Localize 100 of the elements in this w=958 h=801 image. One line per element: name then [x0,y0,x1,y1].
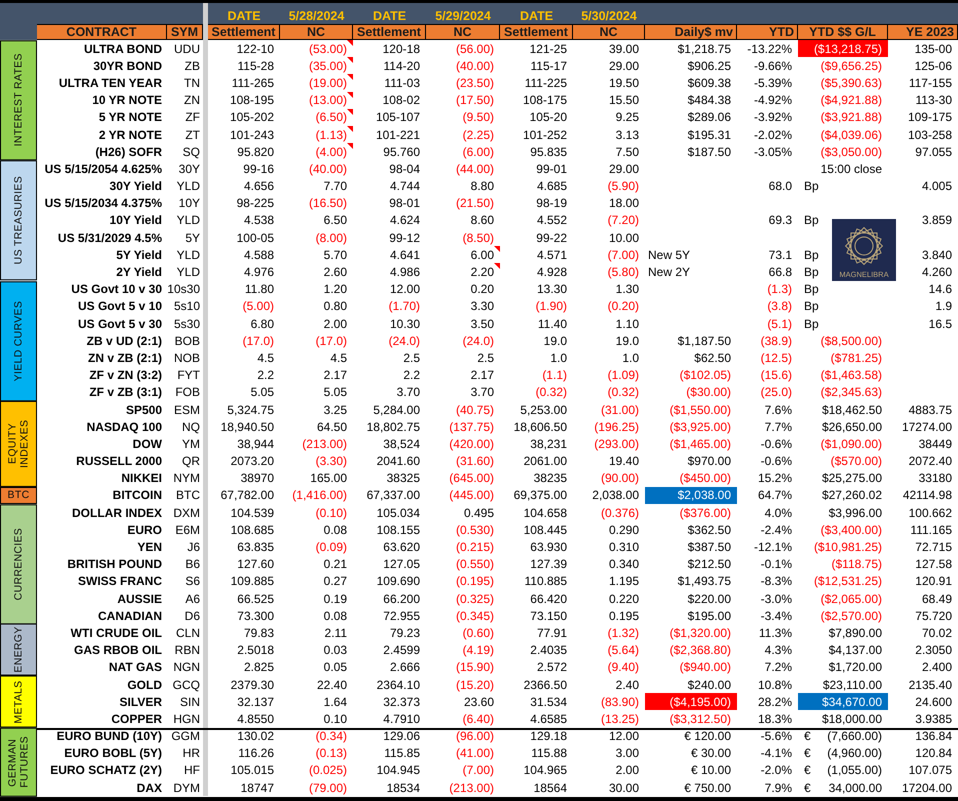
net-change: (0.195) [456,574,494,588]
symbol-code: HGN [172,710,201,728]
column-header: Settlement [208,24,280,40]
settlement-value: 73.300 [237,608,274,623]
ytd-gain-loss: ($118.75) [832,557,882,572]
settlement-value: 98-01 [389,196,420,210]
ytd-value: -13.22% [747,42,792,56]
net-change: 29.00 [608,58,639,73]
settlement-value: 77.91 [536,626,567,640]
net-change: (0.13) [316,746,347,760]
settlement-value: 2061.00 [524,454,567,468]
net-change: (0.345) [456,608,494,623]
ytd-value: -4.1% [760,746,792,760]
ytd-gain-loss: ($1,463.58) [820,368,882,382]
settlement-value: 2.572 [536,660,567,674]
settlement-value: 3.70 [396,385,420,400]
contract-name: ZF v ZB (3:1) [88,384,163,401]
contract-name: US 5/15/2034 4.375% [44,195,163,212]
contract-name: 5Y Yield [115,246,163,264]
net-change: (0.09) [316,540,347,554]
year-end-value: 2.400 [922,660,952,674]
settlement-value: 105-20 [530,110,567,124]
net-change: (5.64) [608,643,639,658]
daily-value: ($3,925.00) [670,420,731,434]
net-change: (196.25) [594,420,639,434]
ytd-gain-loss: ($9,656.25) [820,58,882,73]
ytd-gain-loss: $26,650.00 [822,420,882,434]
settlement-value: 1.0 [550,350,567,365]
net-change: 1.195 [608,574,639,588]
symbol-code: 5Y [184,230,201,246]
contract-name: 10Y Yield [108,212,163,230]
symbol-code: ZT [184,126,201,144]
ytd-value: 7.7% [764,420,792,434]
ytd-value: -8.3% [760,574,792,588]
net-change: 2.11 [324,626,347,640]
settlement-value: 95.760 [383,144,420,159]
net-change: (56.00) [456,42,494,56]
column-header: YE 2023 [888,24,958,40]
contract-name: ULTRA TEN YEAR [58,74,163,92]
settlement-value: 32.137 [237,694,274,709]
ytd-value: 10.8% [758,678,792,692]
contract-name: ULTRA BOND [83,40,163,58]
ytd-value: -4.92% [754,93,792,108]
year-end-value: 17274.00 [902,420,952,434]
ytd-value: 69.3 [768,213,792,228]
net-change: 2,038.00 [592,488,639,502]
contract-name: WTI CRUDE OIL [70,624,163,642]
net-change: (1.13) [316,128,347,142]
daily-value: ($30.00) [686,385,731,400]
ytd-value: 64.7% [758,488,792,502]
net-change: (8.00) [316,230,347,245]
contract-name: US Govt 5 v 30 [76,316,163,332]
settlement-value: 109.690 [376,574,420,588]
sector-label: BTC [0,486,37,504]
contract-name: NAT GAS [108,659,163,676]
net-change: (0.34) [316,729,347,744]
settlement-value: 114-20 [384,58,420,73]
net-change: (6.50) [316,110,347,124]
settlement-value: 2364.10 [376,678,420,692]
settlement-value: 104.965 [524,763,567,778]
net-change: 5.70 [324,248,347,262]
symbol-code: NYM [172,470,201,487]
sector-label: METALS [0,676,37,728]
net-change: (83.90) [600,694,639,709]
settlement-value: 19.0 [544,334,567,348]
daily-value: € 750.00 [684,780,731,795]
settlement-value: 38,231 [530,436,567,451]
net-change: 3.70 [470,385,494,400]
ytd-gain-loss: ($8,500.00) [820,334,882,348]
settlement-value: 101-221 [376,128,420,142]
net-change: 3.50 [470,316,494,331]
net-change: (24.0) [462,334,494,348]
net-change: 0.290 [608,522,639,537]
settlement-value: 104.945 [376,763,420,778]
symbol-code: B6 [184,556,201,573]
net-change: 1.0 [622,350,639,365]
unit-label: Bp [803,282,819,296]
ytd-value: -3.0% [760,592,792,606]
ytd-value: 18.3% [758,712,792,726]
symbol-code: GCQ [172,676,201,694]
settlement-value: 6.80 [250,316,274,331]
contract-name: EURO [126,522,163,538]
settlement-value: 2379.30 [230,678,274,692]
settlement-value: 122-10 [236,42,274,56]
net-change: (31.60) [456,454,494,468]
year-end-value: 72.715 [915,540,952,554]
contract-name: 2 YR NOTE [98,126,163,144]
net-change: (0.325) [456,592,494,606]
net-change: (5.90) [608,179,639,194]
year-end-value: 120.84 [915,746,952,760]
ytd-value: (15.6) [760,368,792,382]
contract-name: YEN [136,539,163,556]
unit-label: Bp [803,265,819,280]
symbol-code: QR [181,453,201,470]
net-change: (445.00) [449,488,494,502]
net-change: 12.00 [608,729,639,744]
settlement-value: 63.835 [237,540,274,554]
net-change: 0.19 [324,592,347,606]
year-end-value: 135-00 [914,42,952,56]
settlement-value: 99-01 [536,162,567,176]
